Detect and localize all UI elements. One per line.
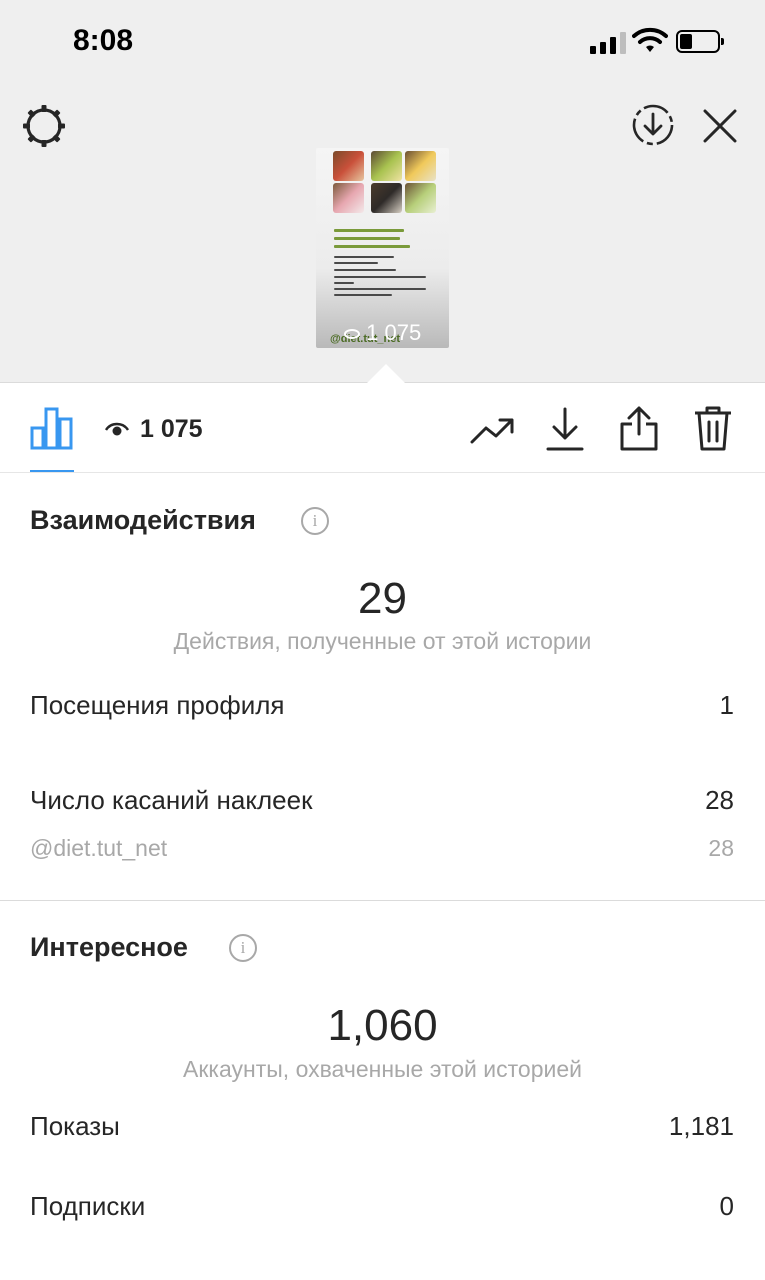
section-divider xyxy=(0,900,765,901)
gear-icon[interactable] xyxy=(20,102,68,150)
battery-icon xyxy=(676,30,724,53)
info-icon[interactable]: i xyxy=(229,934,257,962)
interactions-caption: Действия, полученные от этой истории xyxy=(173,628,592,654)
status-time: 8:08 xyxy=(73,24,134,57)
follows-label: Подписки xyxy=(30,1191,146,1221)
profile-visits-value: 1 xyxy=(719,690,734,720)
interactions-total: 29 xyxy=(358,574,407,623)
story-thumbnail[interactable]: @diet.tut_net 1 075 xyxy=(316,148,449,348)
impressions-value: 1,181 xyxy=(668,1111,734,1141)
accounts-reached-total: 1,060 xyxy=(327,1001,438,1050)
close-icon[interactable] xyxy=(700,106,740,146)
thumbnail-view-count: 1 075 xyxy=(344,320,421,346)
sticker-handle-value: 28 xyxy=(708,835,734,861)
thumbnail-pointer xyxy=(366,364,406,384)
sticker-handle-label[interactable]: @diet.tut_net xyxy=(30,835,167,862)
impressions-label: Показы xyxy=(30,1111,120,1141)
cellular-signal-icon xyxy=(590,32,628,54)
download-icon[interactable] xyxy=(544,405,586,453)
info-icon[interactable]: i xyxy=(301,507,329,535)
insights-bar-chart-icon[interactable] xyxy=(28,405,76,451)
wifi-icon xyxy=(632,26,668,59)
eye-icon xyxy=(104,421,130,439)
trend-icon[interactable] xyxy=(470,410,516,450)
sticker-taps-value: 28 xyxy=(705,785,734,815)
profile-visits-label: Посещения профиля xyxy=(30,690,285,720)
eye-icon xyxy=(344,329,360,340)
follows-value: 0 xyxy=(719,1191,734,1221)
discovery-title: Интересное xyxy=(30,932,188,962)
trash-icon[interactable] xyxy=(692,404,734,452)
accounts-reached-caption: Аккаунты, охваченные этой историей xyxy=(183,1056,582,1082)
toolbar-view-count: 1 075 xyxy=(140,415,203,443)
interactions-title: Взаимодействия xyxy=(30,505,256,535)
download-circle-icon[interactable] xyxy=(630,102,676,148)
sticker-taps-label: Число касаний наклеек xyxy=(30,785,313,815)
share-icon[interactable] xyxy=(617,404,661,452)
active-tab-indicator xyxy=(30,470,74,472)
